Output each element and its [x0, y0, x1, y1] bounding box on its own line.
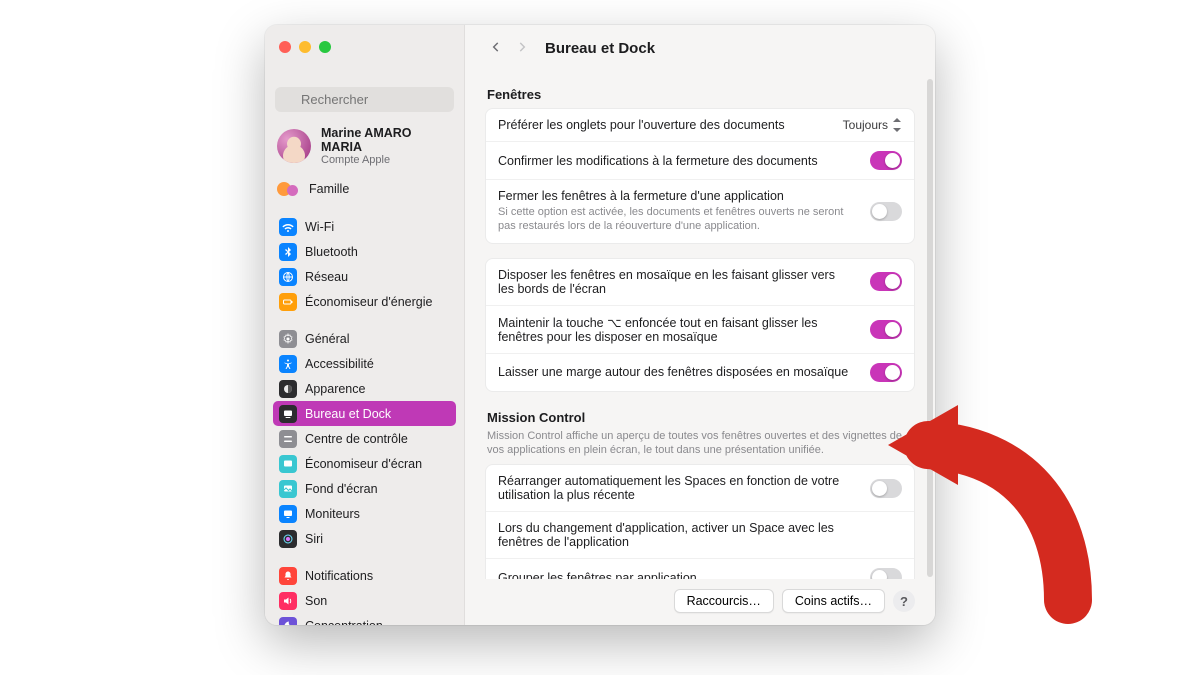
sidebar-item-desktop-dock[interactable]: Bureau et Dock [273, 401, 456, 426]
row-prefer-tabs: Préférer les onglets pour l'ouverture de… [486, 109, 914, 141]
row-tile-edges: Disposer les fenêtres en mosaïque en les… [486, 259, 914, 305]
bell-icon [279, 567, 297, 585]
sidebar-item-accessibility[interactable]: Accessibilité [273, 351, 456, 376]
section-desc-mission: Mission Control affiche un aperçu de tou… [487, 429, 913, 459]
sidebar-item-general[interactable]: Général [273, 326, 456, 351]
sidebar-item-network[interactable]: Réseau [273, 264, 456, 289]
settings-window: Marine AMARO MARIA Compte Apple Famille … [265, 25, 935, 625]
screensaver-icon [279, 455, 297, 473]
row-confirm-close: Confirmer les modifications à la fermetu… [486, 141, 914, 179]
toggle-hold-option[interactable] [870, 320, 902, 339]
hot-corners-button[interactable]: Coins actifs… [782, 589, 885, 613]
section-title-windows: Fenêtres [487, 87, 913, 102]
footer: Raccourcis… Coins actifs… ? [465, 579, 935, 625]
sidebar: Marine AMARO MARIA Compte Apple Famille … [265, 25, 465, 625]
card-windows-1: Préférer les onglets pour l'ouverture de… [485, 108, 915, 244]
display-icon [279, 505, 297, 523]
row-switch-space: Lors du changement d'application, active… [486, 511, 914, 558]
sidebar-item-wallpaper[interactable]: Fond d'écran [273, 476, 456, 501]
sidebar-item-screensaver[interactable]: Économiseur d'écran [273, 451, 456, 476]
speaker-icon [279, 592, 297, 610]
titlebar [265, 25, 935, 73]
siri-icon [279, 530, 297, 548]
bluetooth-icon [279, 243, 297, 261]
globe-icon [279, 268, 297, 286]
sidebar-item-siri[interactable]: Siri [273, 526, 456, 551]
card-windows-2: Disposer les fenêtres en mosaïque en les… [485, 258, 915, 392]
toggle-close-windows[interactable] [870, 202, 902, 221]
family-label: Famille [309, 182, 349, 196]
sidebar-item-wifi[interactable]: Wi-Fi [273, 214, 456, 239]
row-group-by-app: Grouper les fenêtres par application [486, 558, 914, 579]
window-controls [279, 41, 331, 53]
avatar [277, 129, 311, 163]
toggle-confirm-close[interactable] [870, 151, 902, 170]
battery-icon [279, 293, 297, 311]
sidebar-item-displays[interactable]: Moniteurs [273, 501, 456, 526]
row-rearrange-spaces: Réarranger automatiquement les Spaces en… [486, 465, 914, 511]
toggle-group-by-app[interactable] [870, 568, 902, 579]
minimize-button[interactable] [299, 41, 311, 53]
content-scroll[interactable]: Fenêtres Préférer les onglets pour l'ouv… [465, 73, 935, 579]
family-row[interactable]: Famille [265, 174, 464, 210]
maximize-button[interactable] [319, 41, 331, 53]
sidebar-item-appearance[interactable]: Apparence [273, 376, 456, 401]
account-name: Marine AMARO MARIA [321, 126, 452, 154]
gear-icon [279, 330, 297, 348]
shortcuts-button[interactable]: Raccourcis… [674, 589, 774, 613]
sidebar-item-control-center[interactable]: Centre de contrôle [273, 426, 456, 451]
toggle-rearrange-spaces[interactable] [870, 479, 902, 498]
dock-icon [279, 405, 297, 423]
toggle-tile-margin[interactable] [870, 363, 902, 382]
chevron-updown-icon [892, 118, 902, 132]
wallpaper-icon [279, 480, 297, 498]
sliders-icon [279, 430, 297, 448]
help-button[interactable]: ? [893, 590, 915, 612]
section-title-mission: Mission Control [487, 410, 913, 425]
sidebar-item-sound[interactable]: Son [273, 588, 456, 613]
account-sub: Compte Apple [321, 154, 452, 166]
row-hold-option: Maintenir la touche ⌥ enfoncée tout en f… [486, 305, 914, 353]
wifi-icon [279, 218, 297, 236]
accessibility-icon [279, 355, 297, 373]
appearance-icon [279, 380, 297, 398]
row-close-windows: Fermer les fenêtres à la fermeture d'une… [486, 179, 914, 243]
account-row[interactable]: Marine AMARO MARIA Compte Apple [265, 116, 464, 174]
toggle-tile-edges[interactable] [870, 272, 902, 291]
moon-icon [279, 617, 297, 626]
sidebar-item-energy[interactable]: Économiseur d'énergie [273, 289, 456, 314]
prefer-tabs-select[interactable]: Toujours [843, 118, 902, 132]
sidebar-item-focus[interactable]: Concentration [273, 613, 456, 625]
main-panel: Bureau et Dock Fenêtres Préférer les ong… [465, 25, 935, 625]
card-mission: Réarranger automatiquement les Spaces en… [485, 464, 915, 579]
row-tile-margin: Laisser une marge autour des fenêtres di… [486, 353, 914, 391]
sidebar-item-bluetooth[interactable]: Bluetooth [273, 239, 456, 264]
search-input[interactable] [275, 87, 454, 112]
close-button[interactable] [279, 41, 291, 53]
sidebar-item-notifications[interactable]: Notifications [273, 563, 456, 588]
scrollbar[interactable] [927, 79, 933, 577]
family-icon [277, 178, 299, 200]
